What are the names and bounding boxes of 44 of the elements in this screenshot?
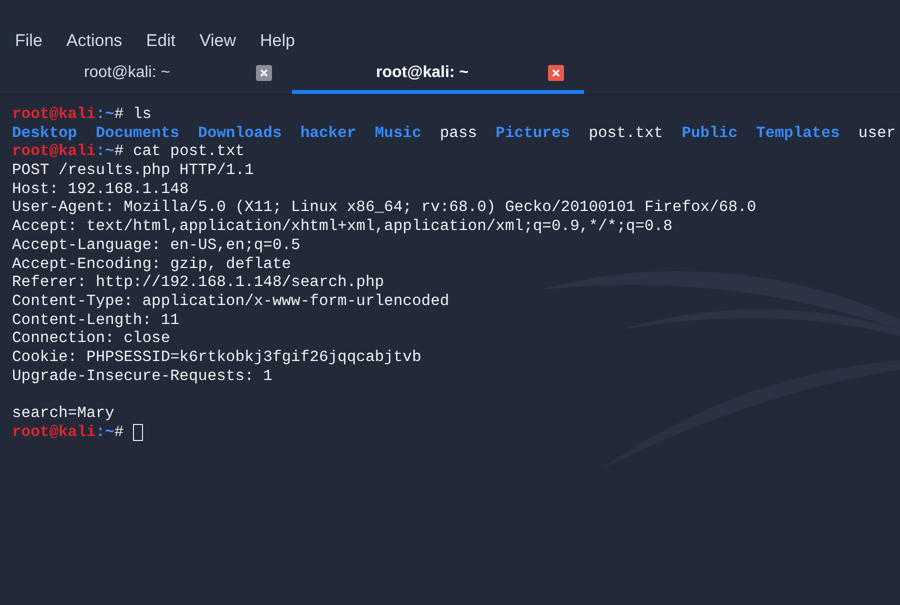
directory-name: Templates — [756, 124, 840, 142]
output-line: search=Mary — [12, 404, 114, 423]
prompt-user: root@kali — [12, 422, 96, 442]
prompt-symbol: # — [114, 142, 124, 162]
output-line: Accept-Language: en-US,en;q=0.5 — [12, 236, 300, 254]
output-line: POST /results.php HTTP/1.1 — [12, 161, 254, 180]
menu-item[interactable]: View — [199, 28, 236, 54]
directory-name: hacker — [300, 124, 356, 142]
prompt-user: root@kali — [12, 105, 96, 124]
output-line: Upgrade-Insecure-Requests: 1 — [12, 366, 272, 386]
prompt-symbol: # — [114, 422, 124, 442]
prompt-path: :~ — [96, 105, 114, 124]
directory-name: Desktop — [12, 124, 78, 142]
output-line: Cookie: PHPSESSID=k6rtkobkj3fgif26jqqcabjtvb — [12, 348, 422, 367]
command-text: ls — [132, 105, 152, 124]
output-line: User-Agent: Mozilla/5.0 (X11; Linux x86_64; rv:68.0) Gecko/20100101 Firefox/68.0 — [12, 198, 756, 218]
output-line: Content-Type: application/x-www-form-urlencoded — [12, 292, 450, 311]
tab[interactable]: root@kali: ~ — [292, 58, 584, 94]
directory-name: Public — [682, 124, 738, 142]
menu-item[interactable]: File — [15, 28, 42, 54]
output-line: Host: 192.168.1.148 — [12, 180, 189, 198]
prompt-symbol: # — [114, 105, 124, 124]
output-line: Content-Length: 11 — [12, 310, 180, 330]
directory-name: Downloads — [198, 124, 282, 142]
output-line: Connection: close — [12, 329, 170, 348]
directory-name: Music — [374, 124, 422, 142]
command-text: cat post.txt — [132, 142, 245, 162]
file-name: post.txt — [588, 124, 664, 142]
file-name: pass — [440, 124, 478, 142]
output-line: Referer: http://192.168.1.148/search.php — [12, 273, 384, 292]
menu-item[interactable]: Actions — [66, 28, 122, 54]
close-icon[interactable] — [256, 65, 272, 81]
prompt-path: :~ — [96, 142, 114, 162]
directory-name: Documents — [96, 124, 180, 142]
prompt-path: :~ — [96, 422, 114, 442]
menu-item[interactable]: Edit — [146, 28, 176, 54]
tab[interactable]: root@kali: ~ — [0, 58, 292, 94]
close-icon[interactable] — [548, 65, 564, 81]
prompt-user: root@kali — [12, 142, 96, 162]
output-line: Accept: text/html,application/xhtml+xml,application/xml;q=0.9,*/*;q=0.8 — [12, 217, 672, 236]
file-name: user — [858, 124, 896, 142]
menu-item[interactable]: Help — [260, 28, 295, 54]
directory-name: Pictures — [496, 124, 570, 142]
output-line: Accept-Encoding: gzip, deflate — [12, 254, 292, 274]
